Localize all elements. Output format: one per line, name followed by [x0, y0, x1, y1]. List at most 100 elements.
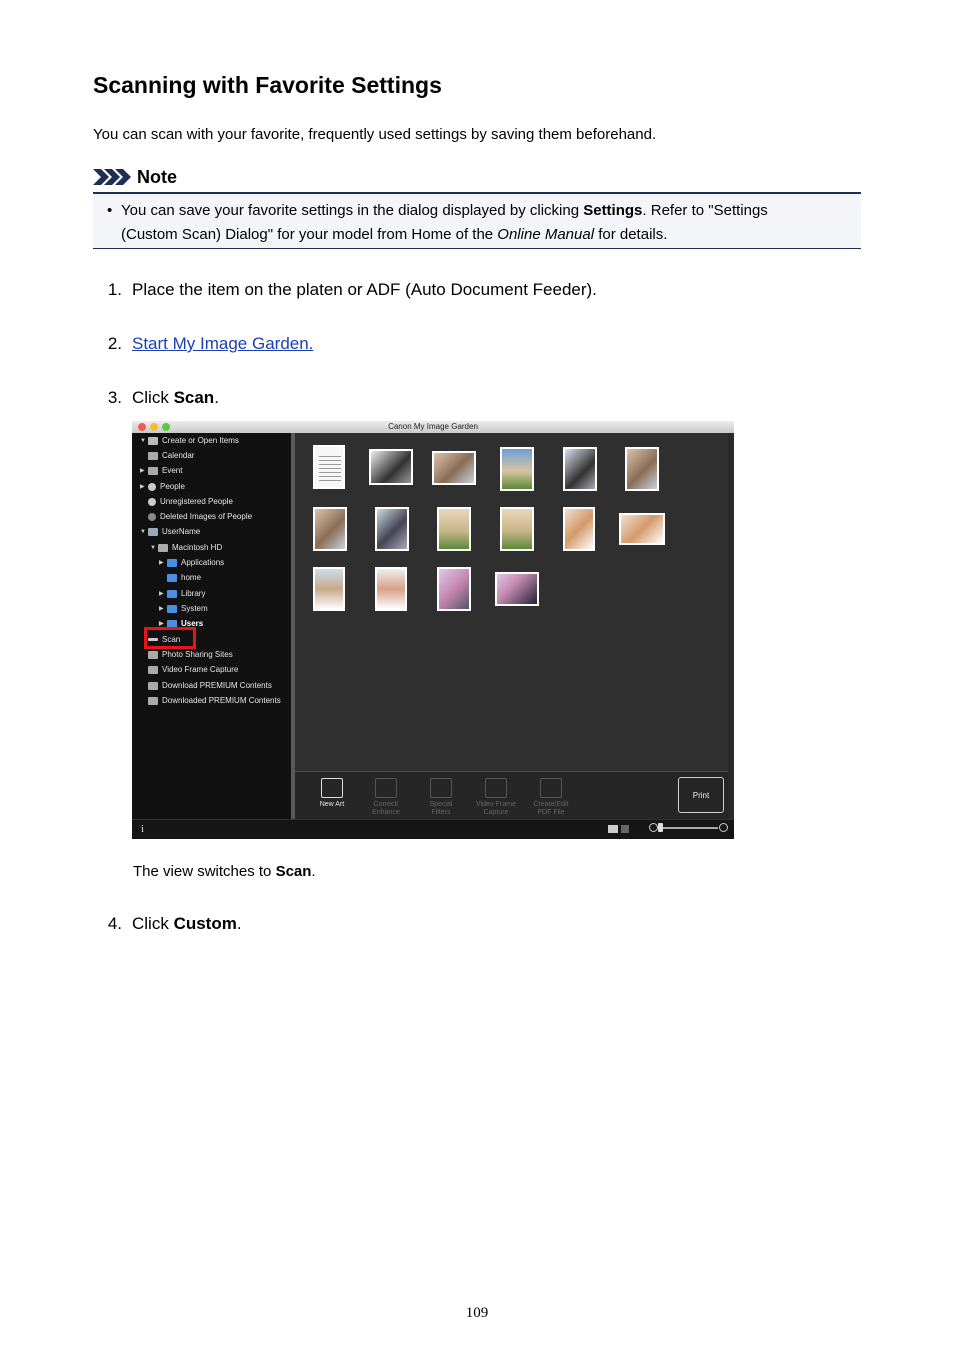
sidebar-item-event[interactable]: ▶ Event	[140, 464, 182, 477]
minimize-window-icon[interactable]	[150, 423, 158, 431]
zoom-slider[interactable]	[662, 827, 718, 829]
sidebar-item-deleted-images-of-people[interactable]: Deleted Images of People	[140, 510, 252, 523]
sidebar-item-library[interactable]: ▶ Library	[159, 587, 205, 600]
sidebar-item-create-or-open-items[interactable]: ▼ Create or Open Items	[140, 434, 239, 447]
caption-text: The view switches to	[133, 863, 276, 880]
disclosure-triangle-icon[interactable]: ▶	[159, 620, 167, 627]
toolbar-label: Enhance	[372, 809, 400, 816]
note-bullet: •	[107, 202, 113, 219]
sidebar: ▼ Create or Open Items Calendar ▶ Event ▶ P…	[132, 433, 291, 819]
close-window-icon[interactable]	[138, 423, 146, 431]
sidebar-item-photo-sharing-sites[interactable]: Photo Sharing Sites	[140, 648, 233, 661]
window-title: Canon My Image Garden	[388, 422, 478, 431]
note-arrows-icon	[93, 169, 131, 185]
start-my-image-garden-link[interactable]: Start My Image Garden.	[132, 334, 313, 353]
video-frame-capture-button[interactable]: Video Frame Capture	[471, 778, 521, 817]
sidebar-item-system[interactable]: ▶ System	[159, 602, 208, 615]
sidebar-item-people[interactable]: ▶ People	[140, 480, 185, 493]
thumbnail-item[interactable]	[437, 507, 471, 551]
step-text: Click	[132, 914, 174, 933]
correct-enhance-button[interactable]: Correct/Enhance	[361, 778, 411, 817]
folder-icon	[167, 589, 177, 598]
thumbnail-item[interactable]	[563, 447, 597, 491]
note-line-2: (Custom Scan) Dialog" for your model fro…	[121, 223, 851, 247]
bottom-toolbar: New Art Correct/Enhance Special Filters V…	[295, 771, 728, 820]
sidebar-item-video-frame-capture[interactable]: Video Frame Capture	[140, 663, 238, 676]
sidebar-item-label: Download PREMIUM Contents	[162, 681, 272, 690]
thumbnail-item[interactable]	[313, 445, 345, 489]
toolbar-label: PDF File	[537, 809, 565, 816]
thumbnail-item[interactable]	[437, 567, 471, 611]
person-question-icon	[148, 497, 156, 506]
sidebar-item-unregistered-people[interactable]: Unregistered People	[140, 495, 233, 508]
home-folder-icon	[167, 573, 177, 582]
folder-icon	[167, 558, 177, 567]
toolbar-label: Filters	[431, 809, 451, 816]
step-2: 2. Start My Image Garden.	[98, 333, 314, 355]
step-3: 3. Click Scan.	[98, 387, 219, 409]
toolbar-label: New Art	[319, 801, 345, 808]
create-items-icon	[148, 436, 158, 445]
disclosure-triangle-icon[interactable]: ▼	[140, 438, 148, 444]
folder-icon	[167, 604, 177, 613]
zoom-in-icon[interactable]	[719, 823, 728, 832]
sidebar-item-label: Video Frame Capture	[162, 665, 239, 674]
thumbnail-item[interactable]	[313, 507, 347, 551]
photo-sharing-icon	[148, 650, 158, 659]
video-frame-capture-icon	[485, 778, 507, 798]
sidebar-item-home[interactable]: home	[159, 571, 201, 584]
toolbar-label: Special	[429, 801, 453, 808]
intro-text: You can scan with your favorite, frequen…	[93, 126, 657, 143]
thumbnail-item[interactable]	[369, 449, 413, 485]
special-filters-icon	[430, 778, 452, 798]
disclosure-triangle-icon[interactable]: ▶	[159, 605, 167, 612]
step-text: Click	[132, 388, 174, 407]
disclosure-triangle-icon[interactable]: ▼	[140, 529, 148, 535]
disclosure-triangle-icon[interactable]: ▶	[140, 467, 148, 474]
thumbnail-item[interactable]	[500, 447, 534, 491]
thumbnail-grid	[295, 433, 728, 771]
thumbnail-item[interactable]	[495, 572, 539, 606]
thumbnail-item[interactable]	[375, 567, 407, 611]
step-custom-term: Custom	[173, 914, 237, 933]
zoom-out-icon[interactable]	[649, 823, 658, 832]
disclosure-triangle-icon[interactable]: ▶	[140, 483, 148, 490]
thumbnail-item[interactable]	[313, 567, 345, 611]
thumbnail-item[interactable]	[619, 513, 665, 545]
info-icon[interactable]: i	[141, 823, 144, 835]
sidebar-item-macintosh-hd[interactable]: ▼ Macintosh HD	[150, 541, 222, 554]
sidebar-item-downloaded-premium-contents[interactable]: Downloaded PREMIUM Contents	[140, 694, 281, 707]
page-title: Scanning with Favorite Settings	[93, 72, 442, 98]
sidebar-item-download-premium-contents[interactable]: Download PREMIUM Contents	[140, 679, 272, 692]
note-online-manual-term: Online Manual	[497, 226, 595, 243]
disclosure-triangle-icon[interactable]: ▶	[159, 590, 167, 597]
sidebar-item-label: Photo Sharing Sites	[162, 650, 233, 659]
note-line-1: You can save your favorite settings in t…	[121, 199, 851, 223]
sidebar-item-calendar[interactable]: Calendar	[140, 449, 194, 462]
toolbar-label: Create/Edit	[533, 801, 569, 808]
zoom-slider-handle[interactable]	[658, 823, 663, 832]
zoom-window-icon[interactable]	[162, 423, 170, 431]
disclosure-triangle-icon[interactable]: ▼	[150, 545, 158, 551]
thumbnail-item[interactable]	[625, 447, 659, 491]
grid-view-icon[interactable]	[608, 825, 618, 833]
special-filters-button[interactable]: Special Filters	[416, 778, 466, 817]
status-bar: i	[132, 819, 734, 839]
thumbnail-item[interactable]	[500, 507, 534, 551]
calendar-icon	[148, 451, 158, 460]
list-view-icon[interactable]	[621, 825, 629, 833]
print-button[interactable]: Print	[678, 777, 724, 813]
thumbnail-item[interactable]	[563, 507, 595, 551]
toolbar-label: Video Frame	[476, 801, 516, 808]
note-label: Note	[137, 166, 177, 187]
sidebar-item-label: People	[160, 482, 185, 491]
event-icon	[148, 466, 158, 475]
disclosure-triangle-icon[interactable]: ▶	[159, 559, 167, 566]
sidebar-item-applications[interactable]: ▶ Applications	[159, 556, 224, 569]
thumbnail-item[interactable]	[375, 507, 409, 551]
new-art-button[interactable]: New Art	[307, 778, 357, 809]
hard-drive-icon	[158, 543, 168, 552]
thumbnail-item[interactable]	[432, 451, 476, 485]
create-edit-pdf-button[interactable]: Create/Edit PDF File	[526, 778, 576, 817]
sidebar-item-username[interactable]: ▼ UserName	[140, 525, 200, 538]
